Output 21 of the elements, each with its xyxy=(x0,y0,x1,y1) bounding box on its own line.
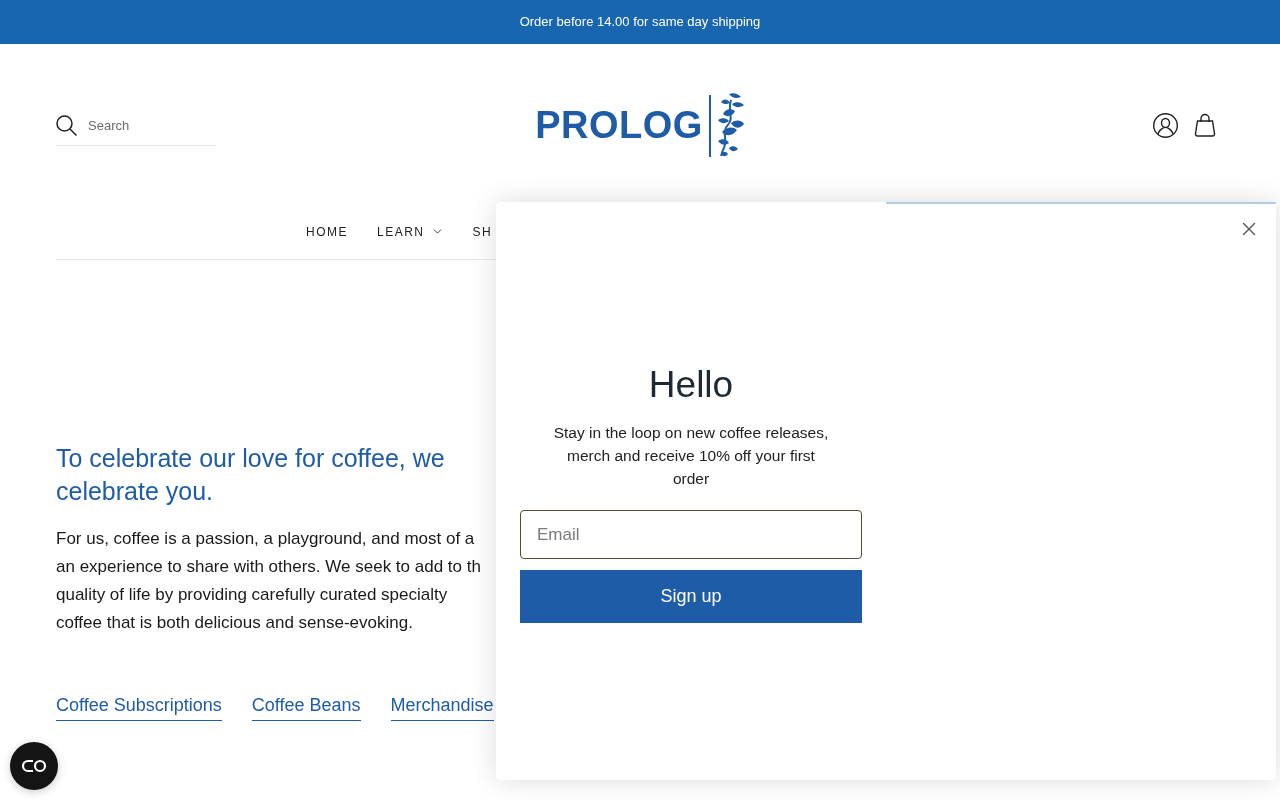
toggle-icon xyxy=(21,759,47,773)
category-link[interactable]: Coffee Beans xyxy=(251,693,361,721)
sign-up-button[interactable]: Sign up xyxy=(520,570,862,623)
category-link[interactable]: Merchandise xyxy=(390,693,494,721)
nav-link[interactable]: LEARN xyxy=(377,222,444,241)
email-field[interactable]: Email xyxy=(520,510,862,559)
intro-heading: To celebrate our love for coffee, we celebrate you. xyxy=(56,443,446,507)
intro-paragraph: For us, coffee is a passion, a playground, and most of a an experience to share with others. We seek to add to th quality of life by providing carefully curated specialty coffee that is both delicious and sense-evoking. xyxy=(56,528,481,634)
search-field[interactable]: Search xyxy=(88,115,198,136)
category-link[interactable]: Coffee Subscriptions xyxy=(56,693,222,721)
nav-link[interactable]: SH xyxy=(472,222,493,241)
shopping-bag-icon[interactable] xyxy=(1194,113,1216,137)
chat-widget-button[interactable] xyxy=(10,742,58,790)
account-icon[interactable] xyxy=(1153,112,1178,138)
announcement-text: Order before 14.00 for same day shipping xyxy=(519,13,761,32)
leaf-branch-icon xyxy=(708,92,745,158)
popup-title: Hello xyxy=(648,363,734,407)
popup-description: Stay in the loop on new coffee releases, merch and receive 10% off your first order xyxy=(552,423,830,489)
logo-text[interactable]: PROLOG xyxy=(535,106,703,144)
search-icon xyxy=(56,115,77,136)
nav-link[interactable]: HOME xyxy=(306,222,348,241)
